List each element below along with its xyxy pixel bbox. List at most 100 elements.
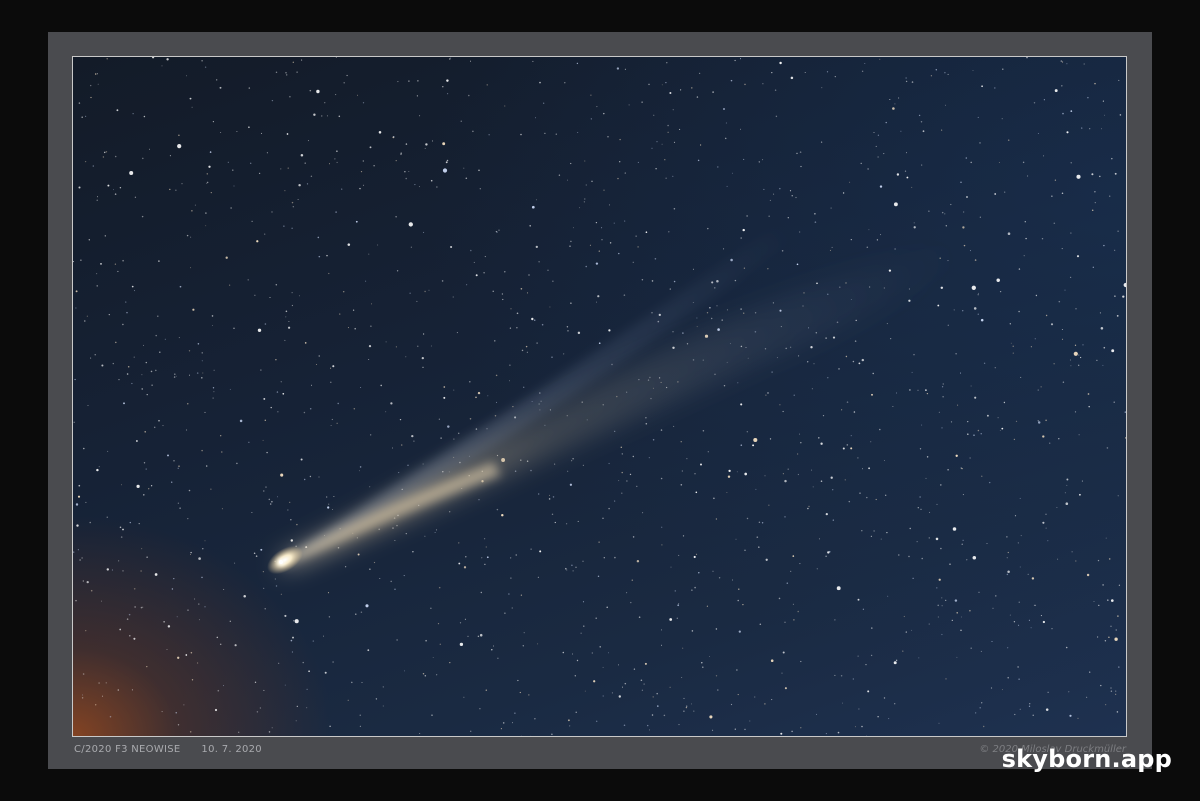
star [911, 629, 913, 631]
star [494, 340, 496, 342]
star [428, 289, 430, 291]
star [219, 643, 222, 646]
star [707, 227, 709, 230]
star [700, 144, 702, 146]
star [1101, 128, 1102, 130]
star [715, 518, 718, 520]
star [520, 594, 523, 596]
star [116, 109, 119, 112]
star [590, 94, 592, 96]
comet [267, 227, 973, 575]
star [497, 657, 499, 659]
star [883, 153, 885, 155]
star [1030, 346, 1032, 348]
star [566, 569, 568, 571]
star [369, 568, 371, 570]
star [292, 206, 294, 208]
star [919, 496, 921, 498]
star [1076, 174, 1081, 179]
star [1013, 438, 1016, 441]
star [509, 380, 510, 382]
star [911, 186, 913, 188]
star [726, 185, 728, 187]
star [382, 686, 384, 688]
star [973, 307, 977, 310]
star [920, 508, 922, 510]
star [255, 555, 258, 557]
star [346, 74, 348, 77]
star [962, 226, 965, 229]
star [327, 592, 330, 594]
star [143, 115, 146, 118]
star [961, 467, 963, 470]
star [894, 703, 896, 705]
star [129, 521, 131, 524]
star [334, 158, 336, 160]
star [1070, 232, 1072, 234]
star [1109, 195, 1111, 197]
star [959, 372, 962, 374]
star [602, 666, 604, 668]
star [830, 207, 832, 209]
star [326, 254, 328, 257]
star [271, 99, 274, 102]
star [422, 366, 424, 368]
star [359, 714, 361, 716]
star [166, 648, 168, 651]
star [78, 484, 81, 487]
star [810, 346, 813, 349]
star [1040, 386, 1042, 388]
star [661, 526, 663, 528]
star [563, 353, 565, 355]
star [652, 438, 655, 441]
star [742, 228, 745, 232]
star [571, 564, 573, 567]
star [264, 419, 266, 421]
star [174, 373, 176, 375]
star [723, 384, 726, 387]
star [1099, 175, 1101, 178]
star [186, 234, 189, 237]
star [608, 462, 610, 465]
star [994, 87, 996, 89]
star [1027, 573, 1029, 576]
star [862, 608, 865, 610]
star [445, 161, 448, 164]
star [551, 513, 554, 516]
star [666, 62, 668, 64]
star [949, 563, 951, 565]
star [673, 207, 676, 210]
star [1086, 696, 1088, 698]
star [1111, 349, 1115, 353]
star [187, 517, 189, 520]
star [761, 522, 764, 524]
star [570, 302, 572, 304]
star [1028, 705, 1031, 707]
star [120, 536, 123, 538]
star [873, 530, 875, 532]
star [332, 509, 333, 511]
star [626, 592, 628, 594]
star [264, 323, 267, 325]
star [1094, 82, 1096, 85]
star [251, 511, 253, 514]
star [167, 625, 171, 628]
star [900, 130, 902, 132]
star [711, 317, 713, 320]
star [539, 550, 542, 553]
star [449, 58, 451, 60]
star [834, 619, 836, 621]
star [355, 613, 357, 615]
star [529, 225, 531, 227]
star [177, 467, 179, 469]
star [618, 252, 620, 255]
object-designation: C/2020 F3 NEOWISE [74, 744, 181, 755]
star [552, 496, 555, 498]
star [103, 151, 106, 154]
star [85, 630, 87, 632]
star [324, 671, 327, 674]
star [543, 102, 545, 104]
star [486, 84, 488, 86]
star [205, 212, 207, 214]
star [355, 220, 358, 223]
